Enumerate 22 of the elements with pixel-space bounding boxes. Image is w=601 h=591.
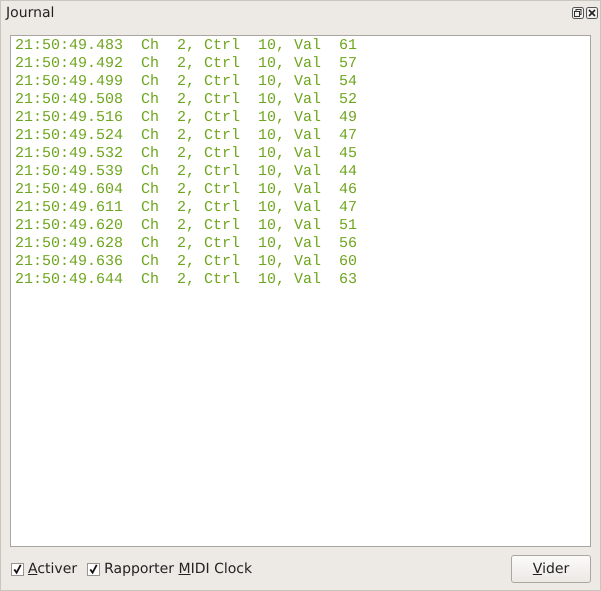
float-icon[interactable] xyxy=(572,7,584,19)
log-line: 21:50:49.483 Ch 2, Ctrl 10, Val 61 xyxy=(15,37,358,55)
log-line: 21:50:49.644 Ch 2, Ctrl 10, Val 63 xyxy=(15,271,358,289)
log-line: 21:50:49.492 Ch 2, Ctrl 10, Val 57 xyxy=(15,55,358,73)
log-line: 21:50:49.532 Ch 2, Ctrl 10, Val 45 xyxy=(15,145,358,163)
log-line: 21:50:49.604 Ch 2, Ctrl 10, Val 46 xyxy=(15,181,358,199)
log-line: 21:50:49.636 Ch 2, Ctrl 10, Val 60 xyxy=(15,253,358,271)
window-title: Journal xyxy=(6,5,54,21)
log-line: 21:50:49.611 Ch 2, Ctrl 10, Val 47 xyxy=(15,199,358,217)
log-line: 21:50:49.524 Ch 2, Ctrl 10, Val 47 xyxy=(15,127,358,145)
clear-button[interactable]: Vider xyxy=(511,555,591,583)
checkbox-label[interactable]: Activer xyxy=(28,561,78,577)
checkbox[interactable] xyxy=(87,562,100,576)
close-icon[interactable] xyxy=(586,7,598,19)
checkbox[interactable] xyxy=(11,562,24,576)
log-line: 21:50:49.516 Ch 2, Ctrl 10, Val 49 xyxy=(15,109,358,127)
log-line: 21:50:49.539 Ch 2, Ctrl 10, Val 44 xyxy=(15,163,358,181)
log-line: 21:50:49.620 Ch 2, Ctrl 10, Val 51 xyxy=(15,217,358,235)
log-line: 21:50:49.628 Ch 2, Ctrl 10, Val 56 xyxy=(15,235,358,253)
checkbox-label[interactable]: Rapporter MIDI Clock xyxy=(104,561,252,577)
log-line: 21:50:49.508 Ch 2, Ctrl 10, Val 52 xyxy=(15,91,358,109)
log-line: 21:50:49.499 Ch 2, Ctrl 10, Val 54 xyxy=(15,73,358,91)
